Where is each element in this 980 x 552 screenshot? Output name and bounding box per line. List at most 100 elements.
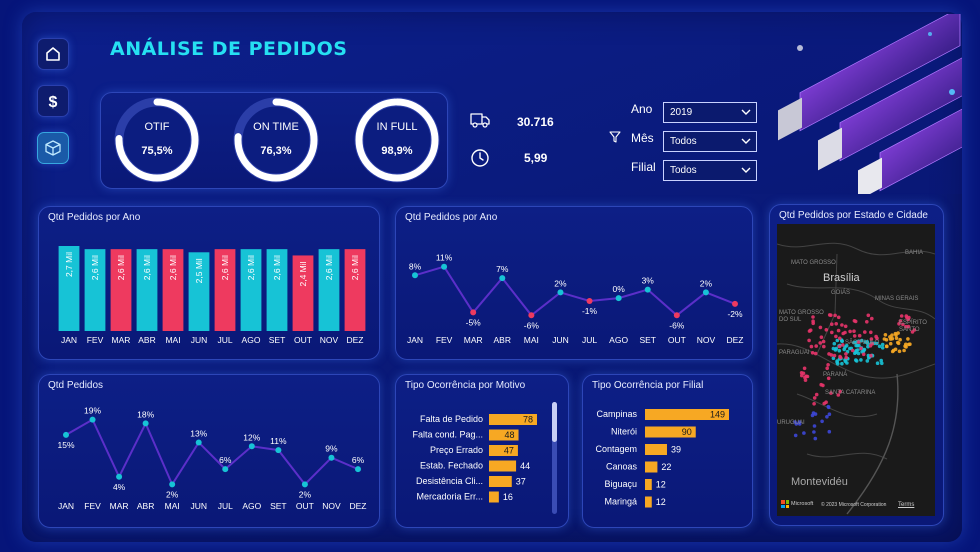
reason-scrollbar-thumb[interactable] — [552, 402, 557, 442]
city-dot — [819, 382, 823, 387]
reason-scrollbar[interactable] — [552, 402, 557, 514]
ano-label: Ano — [631, 102, 653, 116]
city-dot — [832, 353, 837, 358]
data-point — [63, 431, 69, 438]
map-dots — [793, 313, 917, 441]
city-dot — [818, 341, 822, 345]
filial-select[interactable]: Todos — [663, 160, 757, 181]
data-point — [673, 312, 680, 319]
data-label: 12% — [243, 432, 260, 442]
data-label: 6% — [219, 455, 232, 465]
city-dot — [814, 392, 819, 397]
brazil-map[interactable]: BAHIA MATO GROSSO Brasília GOIÁS MINAS G… — [777, 224, 935, 516]
city-dot — [825, 415, 829, 419]
city-dot — [856, 348, 860, 352]
map-label-paraguai: PARAGUAI — [779, 350, 810, 356]
microsoft-logo-icon — [781, 500, 789, 508]
x-tick-label: SET — [639, 335, 656, 345]
x-tick-label: JUN — [190, 501, 207, 511]
category-label: Campinas — [596, 409, 637, 419]
x-tick-label: SET — [269, 335, 286, 345]
microsoft-logo-text: Microsoft — [791, 501, 814, 507]
category-label: Falta de Pedido — [420, 414, 483, 424]
x-tick-label: FEV — [436, 335, 453, 345]
city-dot — [812, 430, 816, 434]
bar-label: 2,4 Mil — [298, 261, 308, 286]
data-label: 2% — [554, 278, 567, 288]
kpi-value-in-full: 98,9% — [381, 145, 413, 157]
orders-variation-line-chart: 8% JAN 11% FEV -5% MAR 7% ABR -6% MAI 2% JUN -1% JUL 0… — [407, 253, 744, 345]
chevron-down-icon — [741, 138, 751, 144]
ano-select[interactable]: 2019 — [663, 102, 757, 123]
city-dot — [827, 412, 832, 416]
city-dot — [869, 330, 873, 335]
data-point — [441, 263, 448, 270]
logistics-nav-button[interactable] — [37, 132, 69, 164]
city-dot — [852, 334, 857, 338]
data-point — [702, 289, 709, 296]
category-label: Estab. Fechado — [420, 461, 483, 471]
data-label: 2% — [700, 278, 713, 288]
dollar-icon: $ — [49, 94, 58, 110]
category-label: Contagem — [595, 444, 637, 454]
category-label: Falta cond. Pag... — [412, 430, 483, 440]
city-dot — [894, 333, 898, 337]
city-dot — [836, 328, 841, 333]
city-dot — [834, 346, 839, 351]
bar-label: 2,6 Mil — [220, 255, 230, 280]
city-dot — [866, 313, 871, 318]
hbar-value: 90 — [682, 427, 692, 437]
x-tick-label: OUT — [296, 501, 314, 511]
city-dot — [841, 331, 845, 336]
data-label: 13% — [190, 428, 207, 438]
city-dot — [899, 314, 904, 318]
city-dot — [907, 315, 911, 320]
mes-select[interactable]: Todos — [663, 131, 757, 152]
city-dot — [859, 346, 863, 351]
city-dot — [835, 362, 840, 366]
data-label: -2% — [727, 309, 743, 319]
bar-label: 2,6 Mil — [90, 255, 100, 280]
map-terms-link[interactable]: Terms — [898, 502, 914, 508]
city-dot — [870, 316, 874, 321]
city-dot — [802, 366, 807, 371]
series-line — [65, 418, 359, 487]
svg-text:$: $ — [49, 94, 58, 110]
occurrence-by-branch-chart: Campinas 149 Niterói 90 Contagem 39 Canoas 22 Bi… — [595, 409, 729, 508]
city-dot — [845, 361, 849, 365]
data-label: 19% — [84, 406, 101, 416]
city-dot — [890, 349, 895, 354]
hbar-value: 149 — [710, 410, 725, 420]
city-dot — [826, 405, 831, 410]
city-dot — [810, 413, 815, 418]
x-tick-label: ABR — [137, 501, 154, 511]
data-point — [355, 466, 361, 473]
city-dot — [896, 340, 900, 345]
city-dot — [853, 319, 858, 324]
x-tick-label: MAR — [464, 335, 483, 345]
city-dot — [832, 341, 837, 346]
kpi-label-on-time: ON TIME — [253, 121, 299, 133]
data-point — [644, 286, 651, 293]
finance-nav-button[interactable]: $ — [37, 85, 69, 117]
clock-icon — [471, 149, 489, 167]
city-dot — [844, 355, 848, 360]
hbar — [645, 496, 652, 508]
city-dot — [848, 329, 852, 334]
data-label: 0% — [612, 284, 625, 294]
data-label: -5% — [466, 317, 482, 327]
x-tick-label: FEV — [84, 501, 101, 511]
city-dot — [830, 330, 834, 335]
map-label-mato-grosso-sul: MATO GROSSO DO SUL — [779, 310, 824, 323]
map-label-goias: GOIÁS — [831, 290, 851, 296]
home-nav-button[interactable] — [37, 38, 69, 70]
data-point — [248, 443, 255, 450]
data-label: 2% — [299, 489, 312, 499]
city-dot — [838, 355, 843, 360]
x-tick-label: FEV — [87, 335, 104, 345]
city-dot — [908, 342, 912, 346]
x-tick-label: NOV — [320, 335, 339, 345]
hbar — [645, 479, 652, 490]
city-dot — [843, 324, 848, 329]
city-dot — [844, 352, 848, 356]
